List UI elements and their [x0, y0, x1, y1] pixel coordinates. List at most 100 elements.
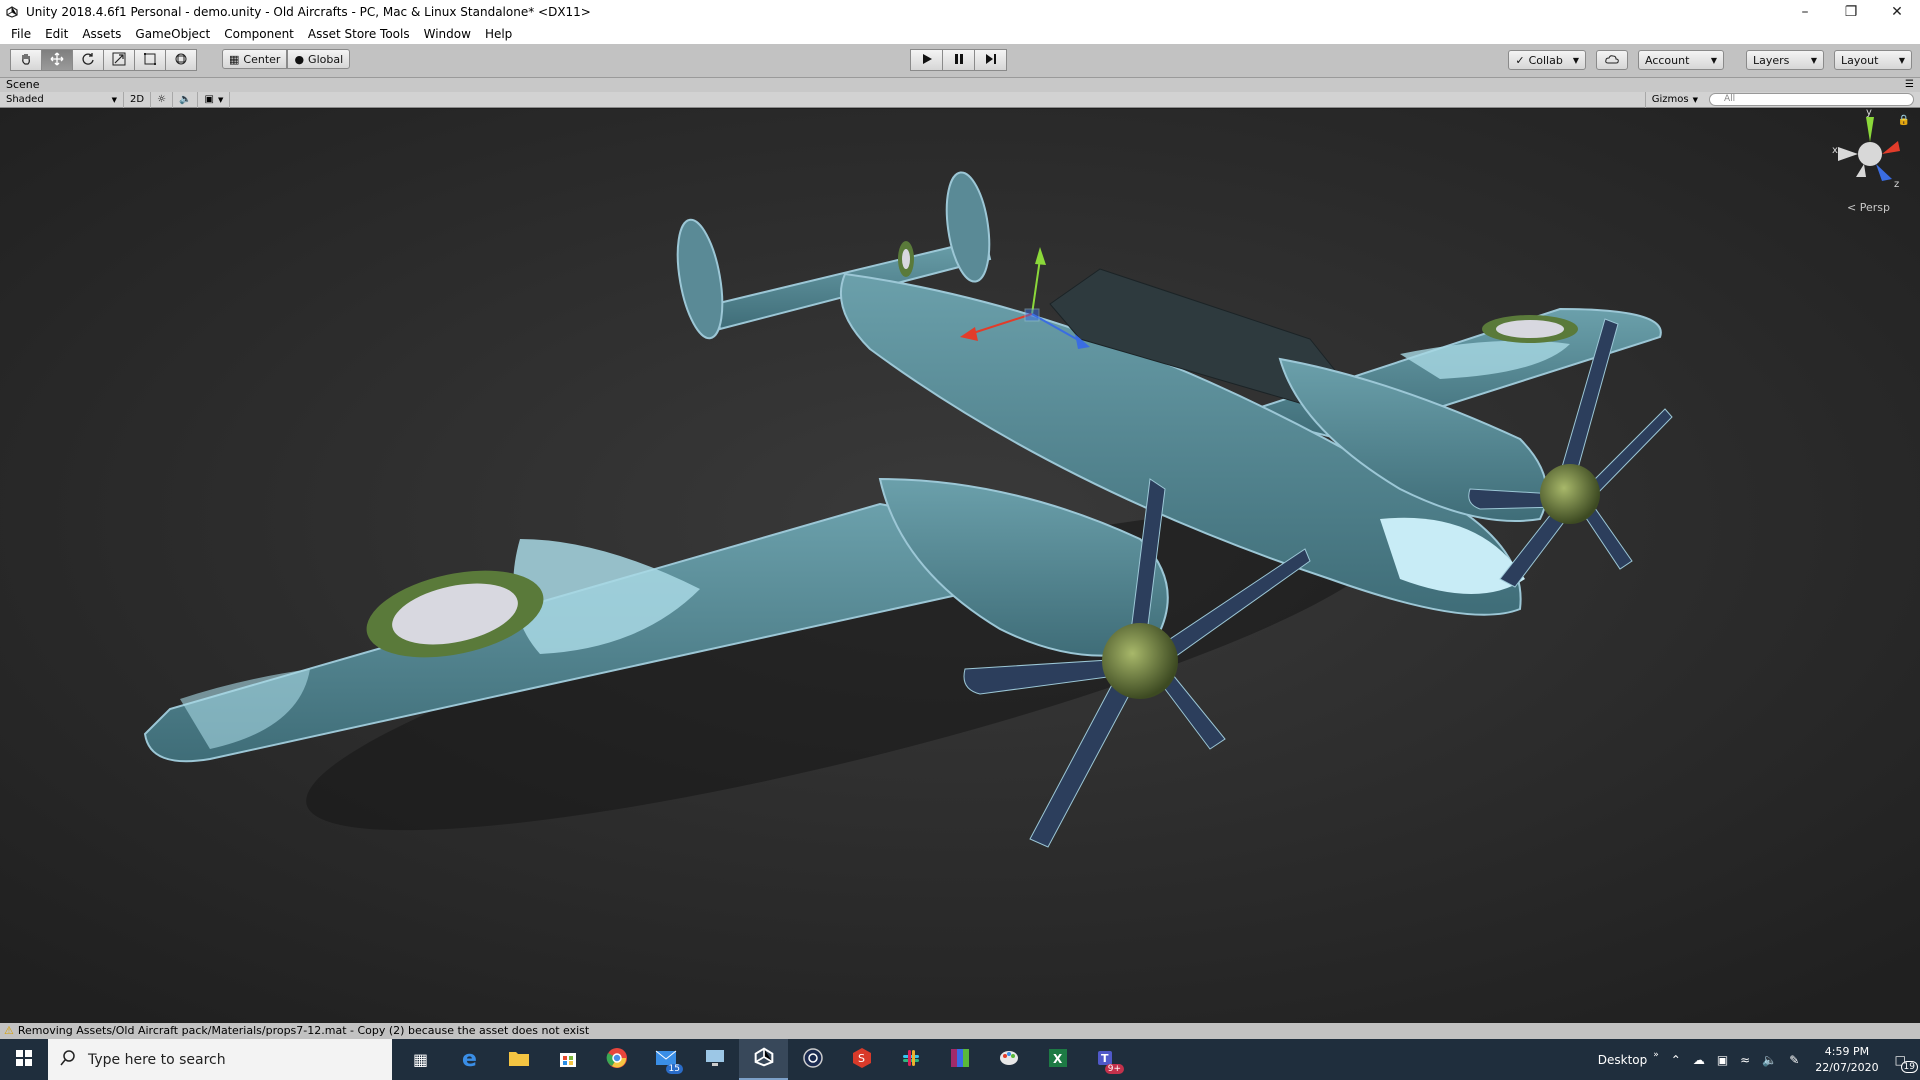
volume-tray-icon[interactable]: 🔈	[1756, 1053, 1783, 1067]
chevron-right-icon: »	[1653, 1049, 1659, 1060]
scale-icon	[112, 52, 126, 69]
network-app[interactable]	[690, 1039, 739, 1080]
sun-icon: ☼	[157, 94, 167, 105]
step-icon	[985, 53, 997, 68]
menu-edit[interactable]: Edit	[38, 24, 75, 44]
minimize-icon[interactable]: –	[1782, 0, 1828, 24]
substance-app[interactable]: S	[837, 1039, 886, 1080]
store-app[interactable]	[543, 1039, 592, 1080]
start-button[interactable]	[0, 1039, 48, 1080]
pen-tray-icon[interactable]: ✎	[1783, 1053, 1805, 1067]
pivot-center-button[interactable]: ▦ Center	[222, 49, 288, 69]
persp-label: Persp	[1859, 201, 1890, 214]
space-label: Global	[308, 52, 344, 66]
pause-button[interactable]	[942, 49, 975, 71]
hand-tool-button[interactable]	[10, 49, 42, 71]
perspective-toggle[interactable]: < Persp	[1847, 201, 1890, 214]
action-center-button[interactable]: □ 19	[1889, 1053, 1920, 1073]
teams-badge: 9+	[1104, 1064, 1124, 1074]
gizmos-dropdown[interactable]: Gizmos ▼	[1644, 91, 1704, 108]
menu-window[interactable]: Window	[417, 24, 478, 44]
warning-icon: ⚠	[4, 1024, 14, 1037]
excel-app[interactable]: X	[1033, 1039, 1082, 1080]
axis-x-label: x	[1832, 145, 1838, 156]
menu-gameobject[interactable]: GameObject	[128, 24, 217, 44]
close-icon[interactable]: ✕	[1874, 0, 1920, 24]
chrome-app[interactable]	[592, 1039, 641, 1080]
winrar-app[interactable]	[935, 1039, 984, 1080]
mode-2d-toggle[interactable]: 2D	[124, 91, 152, 108]
archive-icon	[949, 1047, 971, 1072]
axis-z-label: z	[1894, 179, 1899, 190]
menu-asset-store-tools[interactable]: Asset Store Tools	[301, 24, 417, 44]
onedrive-tray-icon[interactable]: ☁	[1687, 1053, 1711, 1067]
pivot-label: Center	[243, 52, 281, 66]
layers-label: Layers	[1753, 53, 1790, 67]
scale-tool-button[interactable]	[103, 49, 135, 71]
audio-toggle[interactable]: 🔈	[173, 91, 199, 108]
menu-help[interactable]: Help	[478, 24, 519, 44]
effects-dropdown[interactable]: ▣ ▼	[198, 91, 231, 108]
dropdown-arrow-icon: ▼	[1810, 55, 1817, 65]
layout-label: Layout	[1841, 53, 1879, 67]
show-hidden-icons-button[interactable]: ⌃	[1665, 1053, 1687, 1067]
mail-app[interactable]: 15	[641, 1039, 690, 1080]
lock-icon[interactable]: 🔒	[1898, 115, 1910, 126]
palette-icon	[998, 1047, 1020, 1072]
shading-mode-dropdown[interactable]: Shaded ▼	[0, 91, 124, 108]
notification-count: 19	[1900, 1060, 1918, 1073]
dropdown-arrow-icon: ▼	[217, 95, 224, 104]
file-explorer-app[interactable]	[494, 1039, 543, 1080]
teams-app[interactable]: T 9+	[1082, 1039, 1131, 1080]
desktop-toolbar[interactable]: Desktop »	[1592, 1049, 1665, 1067]
clock-date: 22/07/2020	[1815, 1060, 1879, 1074]
meet-now-tray-icon[interactable]: ▣	[1711, 1053, 1734, 1067]
main-toolbar: ▦ Center ● Global ✓ Collab ▼ Account ▼ L…	[0, 44, 1920, 78]
step-button[interactable]	[974, 49, 1007, 71]
menu-file[interactable]: File	[4, 24, 38, 44]
account-label: Account	[1645, 53, 1690, 67]
scene-tab[interactable]: Scene ☰	[0, 78, 1920, 92]
status-message: Removing Assets/Old Aircraft pack/Materi…	[17, 1024, 590, 1037]
pivot-group: ▦ Center ● Global	[222, 49, 351, 71]
wifi-tray-icon[interactable]: ≈	[1734, 1053, 1756, 1067]
window-title: Unity 2018.4.6f1 Personal - demo.unity -…	[26, 5, 591, 19]
rect-tool-button[interactable]	[134, 49, 166, 71]
scene-search-input[interactable]: All	[1709, 93, 1914, 106]
layout-dropdown[interactable]: Layout ▼	[1834, 50, 1912, 70]
edge-app[interactable]: e	[445, 1039, 494, 1080]
system-tray: Desktop » ⌃ ☁ ▣ ≈ 🔈 ✎ 4:59 PM 22/07/2020…	[1592, 1039, 1920, 1080]
hand-icon	[19, 52, 33, 69]
paint-app[interactable]	[984, 1039, 1033, 1080]
menu-component[interactable]: Component	[217, 24, 301, 44]
move-tool-button[interactable]	[41, 49, 73, 71]
cloud-icon	[1605, 54, 1619, 67]
rotate-icon	[81, 52, 95, 69]
clock[interactable]: 4:59 PM 22/07/2020	[1805, 1044, 1888, 1076]
wing-roundel-inner	[1496, 320, 1564, 338]
transform-icon	[174, 52, 188, 69]
tab-menu-icon[interactable]: ☰	[1905, 78, 1914, 92]
transform-tool-button[interactable]	[165, 49, 197, 71]
status-bar[interactable]: ⚠ Removing Assets/Old Aircraft pack/Mate…	[0, 1023, 1920, 1039]
scene-viewport[interactable]: y x z < Persp 🔒	[0, 109, 1920, 1023]
menu-assets[interactable]: Assets	[75, 24, 128, 44]
folder-icon	[508, 1049, 530, 1070]
collab-label: Collab	[1528, 53, 1563, 67]
mail-badge: 15	[665, 1064, 683, 1074]
restore-icon[interactable]: ❐	[1828, 0, 1874, 24]
cinema4d-app[interactable]	[788, 1039, 837, 1080]
cloud-button[interactable]	[1596, 50, 1628, 70]
space-global-button[interactable]: ● Global	[287, 49, 351, 69]
layers-dropdown[interactable]: Layers ▼	[1746, 50, 1824, 70]
account-dropdown[interactable]: Account ▼	[1638, 50, 1724, 70]
task-view-button[interactable]: ▦	[396, 1039, 445, 1080]
unity-app[interactable]	[739, 1039, 788, 1080]
rotate-tool-button[interactable]	[72, 49, 104, 71]
scene-toolbar: Shaded ▼ 2D ☼ 🔈 ▣ ▼ Gizmos ▼ All	[0, 91, 1920, 108]
play-button[interactable]	[910, 49, 943, 71]
collab-dropdown[interactable]: ✓ Collab ▼	[1508, 50, 1586, 70]
taskbar-search-input[interactable]: Type here to search	[48, 1039, 392, 1080]
slack-app[interactable]	[886, 1039, 935, 1080]
lighting-toggle[interactable]: ☼	[151, 91, 174, 108]
